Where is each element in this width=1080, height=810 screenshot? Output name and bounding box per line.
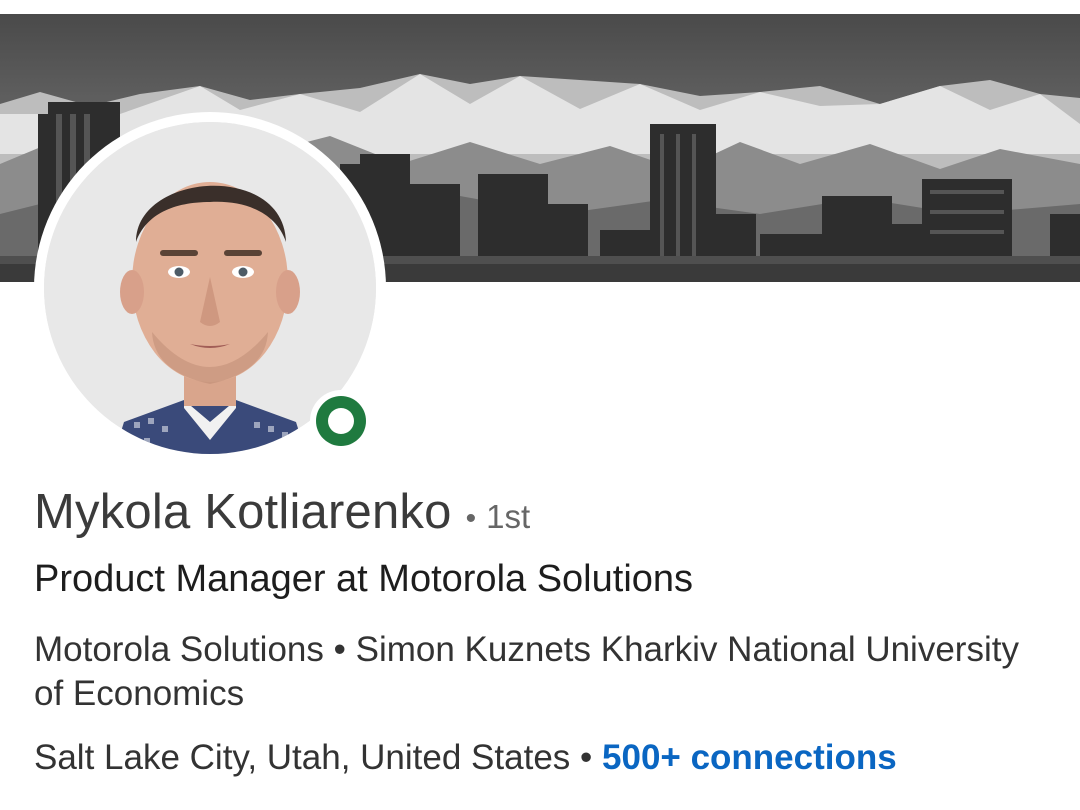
online-status-center (328, 408, 354, 434)
separator-dot: • (465, 502, 477, 535)
profile-name: Mykola Kotliarenko (34, 485, 452, 539)
profile-location: Salt Lake City, Utah, United States (34, 738, 571, 777)
online-status-icon (310, 390, 372, 452)
profile-headline: Product Manager at Motorola Solutions (34, 558, 694, 600)
separator-dot: • (333, 630, 346, 669)
current-company[interactable]: Motorola Solutions (34, 630, 324, 669)
experience-education-line: Motorola Solutions • Simon Kuznets Khark… (34, 628, 1034, 716)
connections-link[interactable]: 500+ connections (602, 738, 897, 777)
name-row: Mykola Kotliarenko • 1st (34, 484, 530, 540)
connection-degree: 1st (486, 498, 531, 535)
location-row: Salt Lake City, Utah, United States • 50… (34, 738, 897, 778)
separator-dot: • (580, 738, 593, 777)
